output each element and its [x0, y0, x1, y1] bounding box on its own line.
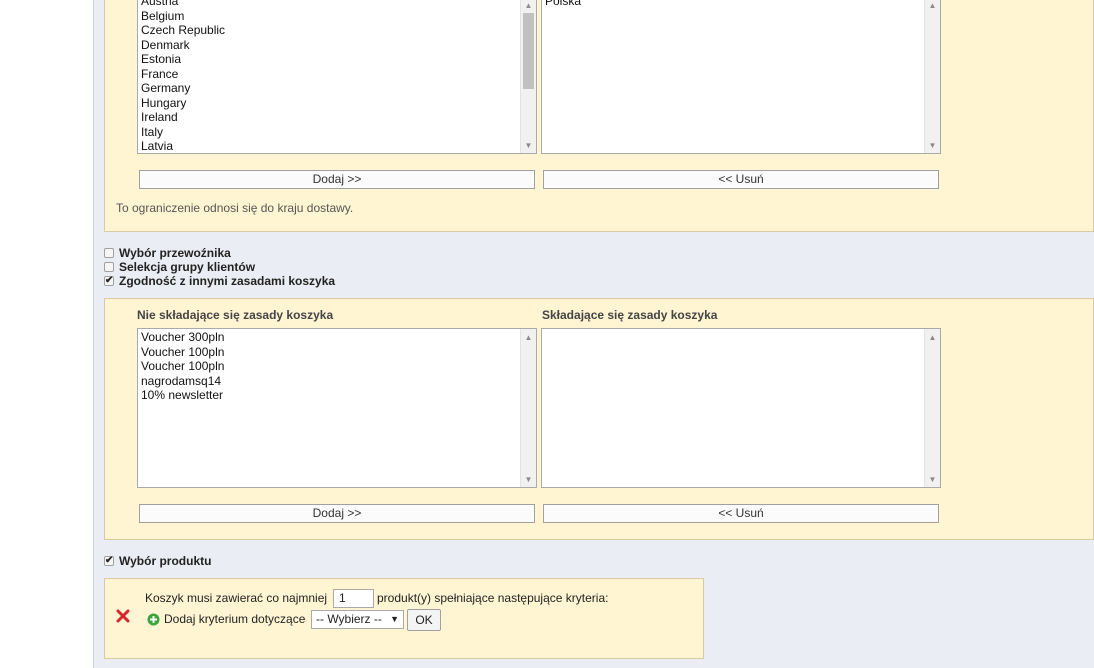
country-option[interactable]: Latvia: [138, 139, 536, 153]
country-option[interactable]: France: [138, 67, 536, 82]
compatibility-label: Zgodność z innymi zasadami koszyka: [119, 274, 336, 288]
scroll-down-icon[interactable]: ▼: [925, 473, 940, 487]
selected-country-option[interactable]: Polska: [542, 0, 940, 9]
dropdown-arrow-icon: ▼: [390, 614, 399, 624]
country-option[interactable]: Hungary: [138, 96, 536, 111]
add-country-button[interactable]: Dodaj >>: [139, 170, 535, 189]
product-selection-option[interactable]: ✔ Wybór produktu: [104, 554, 211, 568]
scroll-down-icon[interactable]: ▼: [521, 139, 536, 153]
criterion-select-value: -- Wybierz --: [316, 612, 382, 626]
non-combinable-rules-options: Voucher 300pln Voucher 100pln Voucher 100p…: [138, 329, 536, 403]
selected-countries-list[interactable]: Polska ▲ ▼: [541, 0, 941, 154]
add-criterion-icon[interactable]: [147, 613, 160, 626]
delete-rule-icon[interactable]: [116, 609, 130, 625]
scroll-up-icon[interactable]: ▲: [521, 0, 536, 13]
compatibility-checkbox[interactable]: ✔: [104, 276, 114, 286]
cart-rule-option[interactable]: Voucher 100pln: [138, 359, 536, 374]
cart-rule-option[interactable]: 10% newsletter: [138, 388, 536, 403]
non-combinable-rules-label: Nie składające się zasady koszyka: [137, 308, 334, 322]
add-cart-rule-button[interactable]: Dodaj >>: [139, 504, 535, 523]
cart-rule-option[interactable]: nagrodamsq14: [138, 374, 536, 389]
product-selection-checkbox[interactable]: ✔: [104, 556, 114, 566]
ok-button[interactable]: OK: [407, 609, 441, 631]
country-option[interactable]: Belgium: [138, 9, 536, 24]
add-criterion-label[interactable]: Dodaj kryterium dotyczące: [164, 612, 305, 626]
carrier-label: Wybór przewoźnika: [119, 246, 231, 260]
customer-group-option[interactable]: Selekcja grupy klientów: [104, 260, 255, 274]
scroll-down-icon[interactable]: ▼: [925, 139, 940, 153]
compatibility-option[interactable]: ✔ Zgodność z innymi zasadami koszyka: [104, 274, 335, 288]
non-combinable-rules-list[interactable]: Voucher 300pln Voucher 100pln Voucher 100p…: [137, 328, 537, 488]
combinable-rules-label: Składające się zasady koszyka: [542, 308, 718, 322]
country-option[interactable]: Austria: [138, 0, 536, 9]
cart-rule-option[interactable]: Voucher 300pln: [138, 330, 536, 345]
selected-countries-options: Polska: [542, 0, 940, 9]
country-restriction-note: To ograniczenie odnosi się do kraju dost…: [116, 201, 354, 215]
carrier-option[interactable]: Wybór przewoźnika: [104, 246, 231, 260]
customer-group-label: Selekcja grupy klientów: [119, 260, 256, 274]
cart-rule-option[interactable]: Voucher 100pln: [138, 345, 536, 360]
quantity-text-before: Koszyk musi zawierać co najmniej: [145, 591, 328, 605]
scroll-up-icon[interactable]: ▲: [521, 331, 536, 345]
scroll-thumb[interactable]: [523, 13, 534, 89]
country-option[interactable]: Czech Republic: [138, 23, 536, 38]
scroll-down-icon[interactable]: ▼: [521, 473, 536, 487]
remove-cart-rule-button[interactable]: << Usuń: [543, 504, 939, 523]
country-option[interactable]: Denmark: [138, 38, 536, 53]
combinable-rules-list[interactable]: ▲ ▼: [541, 328, 941, 488]
scroll-up-icon[interactable]: ▲: [925, 331, 940, 345]
carrier-checkbox[interactable]: [104, 248, 114, 258]
available-countries-options: Austria Belgium Czech Republic Denmark Eston…: [138, 0, 536, 153]
available-countries-list[interactable]: Austria Belgium Czech Republic Denmark Eston…: [137, 0, 537, 154]
minimum-quantity-input[interactable]: 1: [333, 589, 374, 608]
country-option[interactable]: Italy: [138, 125, 536, 140]
available-countries-scrollbar[interactable]: ▲ ▼: [520, 0, 536, 153]
country-option[interactable]: Ireland: [138, 110, 536, 125]
country-option[interactable]: Germany: [138, 81, 536, 96]
remove-country-button[interactable]: << Usuń: [543, 170, 939, 189]
criterion-type-select[interactable]: -- Wybierz -- ▼: [311, 610, 404, 629]
country-option[interactable]: Estonia: [138, 52, 536, 67]
combinable-rules-scrollbar[interactable]: ▲ ▼: [924, 329, 940, 487]
selected-countries-scrollbar[interactable]: ▲ ▼: [924, 0, 940, 153]
scroll-up-icon[interactable]: ▲: [925, 0, 940, 13]
non-combinable-rules-scrollbar[interactable]: ▲ ▼: [520, 329, 536, 487]
product-selection-label: Wybór produktu: [119, 554, 212, 568]
quantity-text-after: produkt(y) spełniające następujące kryte…: [377, 591, 609, 605]
customer-group-checkbox[interactable]: [104, 262, 114, 272]
